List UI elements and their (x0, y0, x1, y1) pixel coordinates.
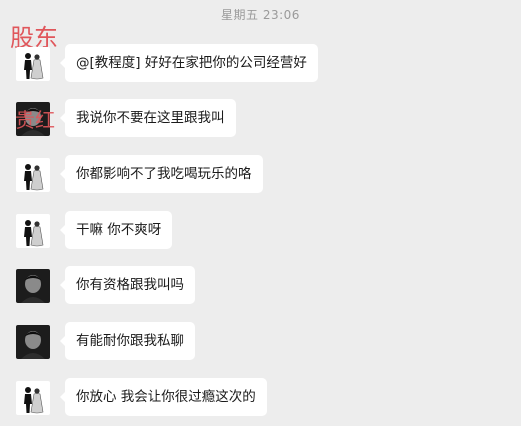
message-bubble[interactable]: 有能耐你跟我私聊 (60, 322, 195, 360)
dark-portrait-icon[interactable] (16, 269, 50, 303)
couple-silhouette-icon[interactable] (16, 158, 50, 192)
chat-message: 有能耐你跟我私聊 (16, 322, 195, 365)
couple-silhouette-icon[interactable] (16, 214, 50, 248)
chat-message: @[教程度] 好好在家把你的公司经营好 (16, 44, 318, 87)
message-bubble[interactable]: 你放心 我会让你很过瘾这次的 (60, 378, 267, 416)
message-bubble[interactable]: 干嘛 你不爽呀 (59, 211, 173, 249)
couple-silhouette-icon[interactable] (16, 381, 50, 415)
message-bubble[interactable]: 我说你不要在这里跟我叫 (60, 99, 236, 137)
couple-silhouette-icon[interactable] (16, 47, 50, 81)
chat-message: 你放心 我会让你很过瘾这次的 (16, 378, 267, 421)
message-bubble[interactable]: 你都影响不了我吃喝玩乐的咯 (60, 155, 263, 193)
chat-message: 干嘛 你不爽呀 (16, 211, 173, 254)
message-timestamp: 星期五 23:06 (221, 8, 300, 22)
message-bubble[interactable]: 你有资格跟我叫吗 (60, 266, 195, 304)
chat-message: 你都影响不了我吃喝玩乐的咯 (16, 155, 263, 198)
message-bubble[interactable]: @[教程度] 好好在家把你的公司经营好 (60, 44, 318, 82)
chat-message: 你有资格跟我叫吗 (16, 266, 195, 309)
overlay-label-middle: 贵红 (15, 108, 55, 132)
dark-portrait-icon[interactable] (16, 325, 50, 359)
